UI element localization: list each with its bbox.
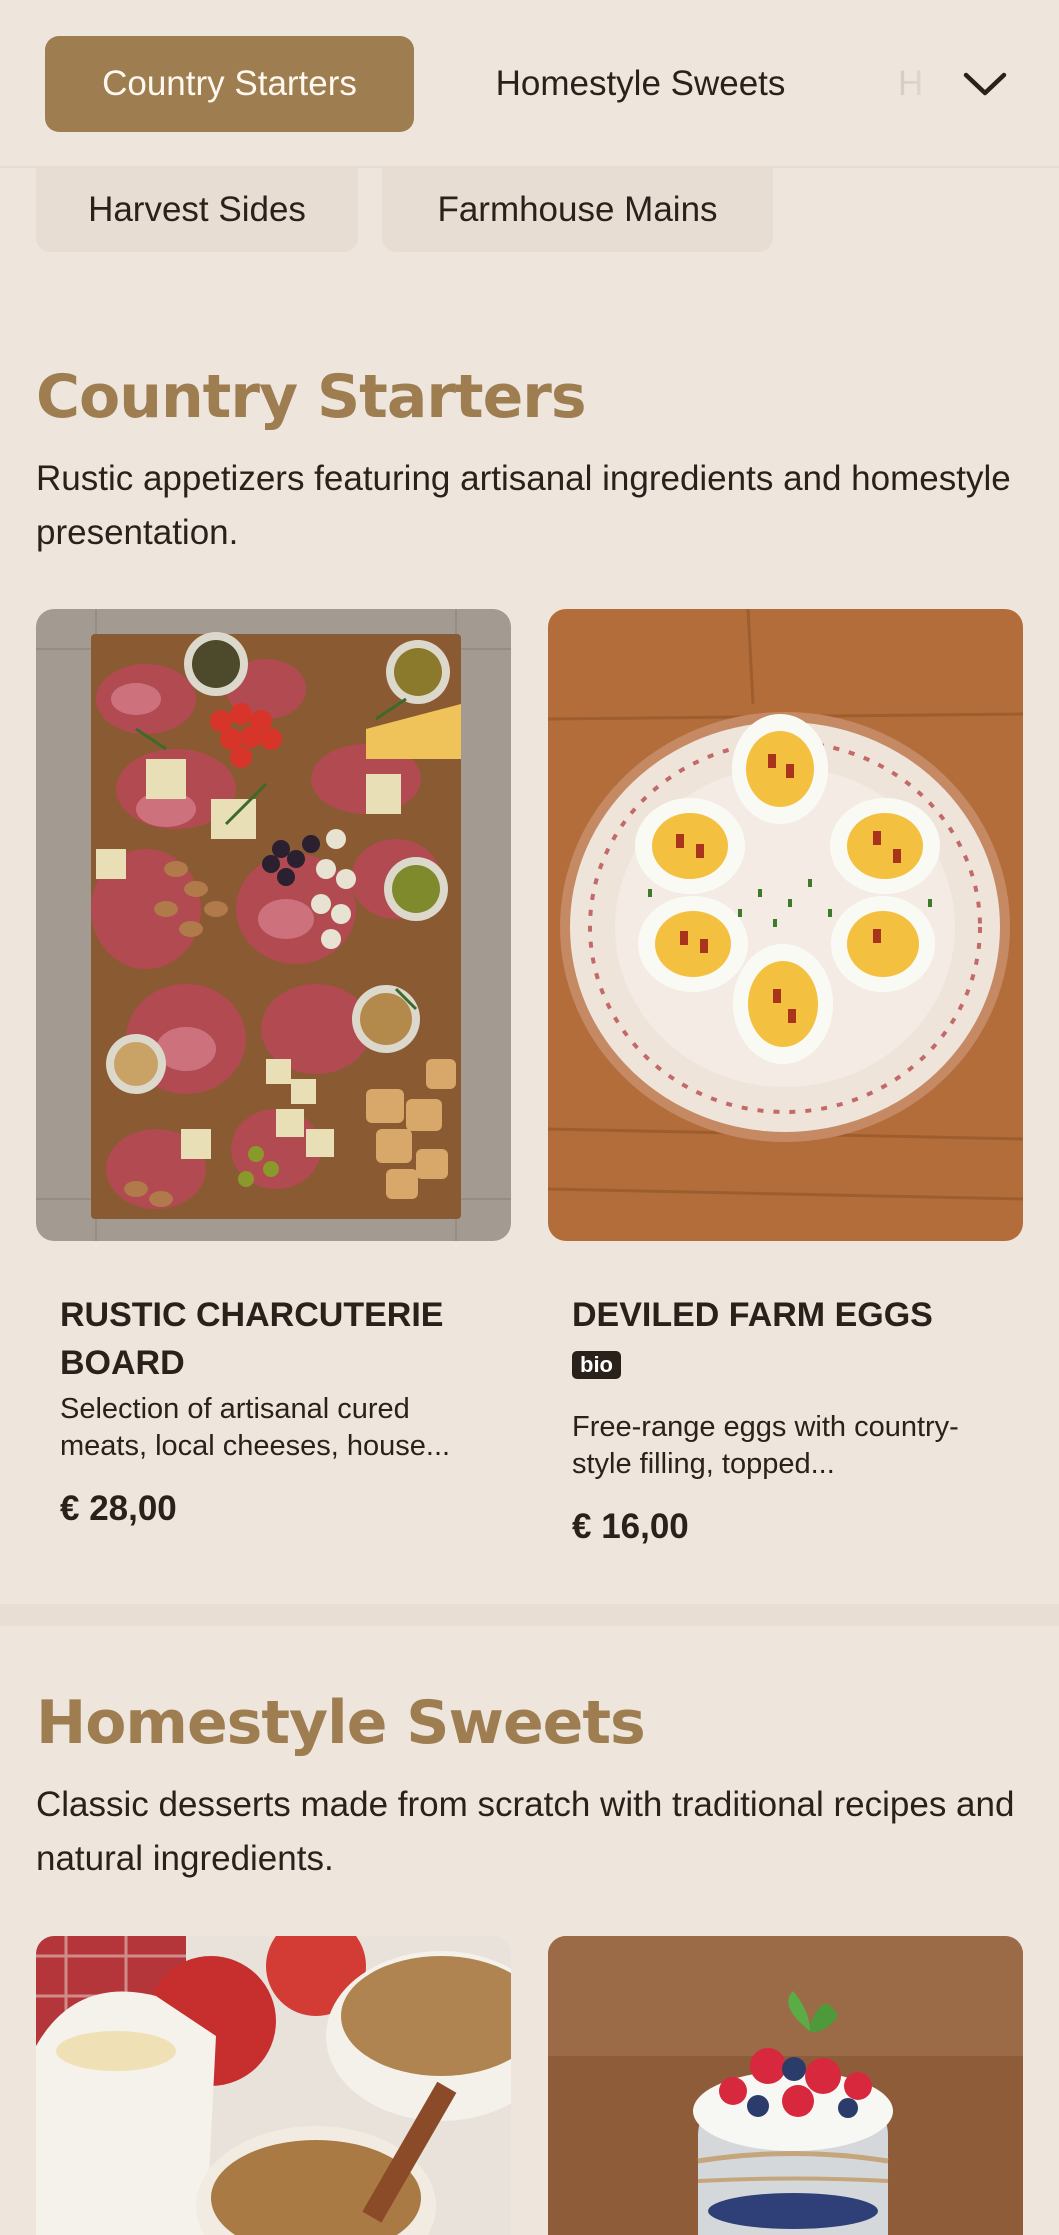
section-country-starters: Country Starters Rustic appetizers featu… xyxy=(0,0,1059,1604)
menu-item-price: € 28,00 xyxy=(60,1489,177,1528)
section-description: Rustic appetizers featuring artisanal in… xyxy=(36,459,1011,552)
menu-item-name: DEVILED FARM EGGS xyxy=(572,1296,933,1334)
menu-item-description: Free-range eggs with country-style filli… xyxy=(572,1411,959,1480)
menu-item-description: Selection of artisanal cured meats, loca… xyxy=(60,1393,451,1462)
menu-item-name: RUSTIC CHARCUTERIE BOARD xyxy=(60,1296,444,1382)
section-divider xyxy=(0,1604,1059,1626)
berry-parfait-image xyxy=(548,1936,1023,2235)
menu-item-card[interactable]: RUSTIC CHARCUTERIE BOARD Selection of ar… xyxy=(36,609,511,1549)
menu-item-card[interactable] xyxy=(548,1936,1023,2235)
menu-item-price: € 16,00 xyxy=(572,1507,689,1546)
deviled-eggs-image xyxy=(548,609,1023,1241)
charcuterie-board-image xyxy=(36,609,511,1241)
apple-crumble-image xyxy=(36,1936,511,2235)
section-homestyle-sweets: Homestyle Sweets Classic desserts made f… xyxy=(0,1626,1059,2235)
bio-badge: bio xyxy=(572,1351,621,1379)
menu-item-card[interactable] xyxy=(36,1936,511,2235)
section-description: Classic desserts made from scratch with … xyxy=(36,1785,1015,1878)
section-title: Homestyle Sweets xyxy=(36,1688,646,1758)
menu-item-card[interactable]: DEVILED FARM EGGS bio Free-range eggs wi… xyxy=(548,609,1023,1569)
section-title: Country Starters xyxy=(36,362,587,432)
